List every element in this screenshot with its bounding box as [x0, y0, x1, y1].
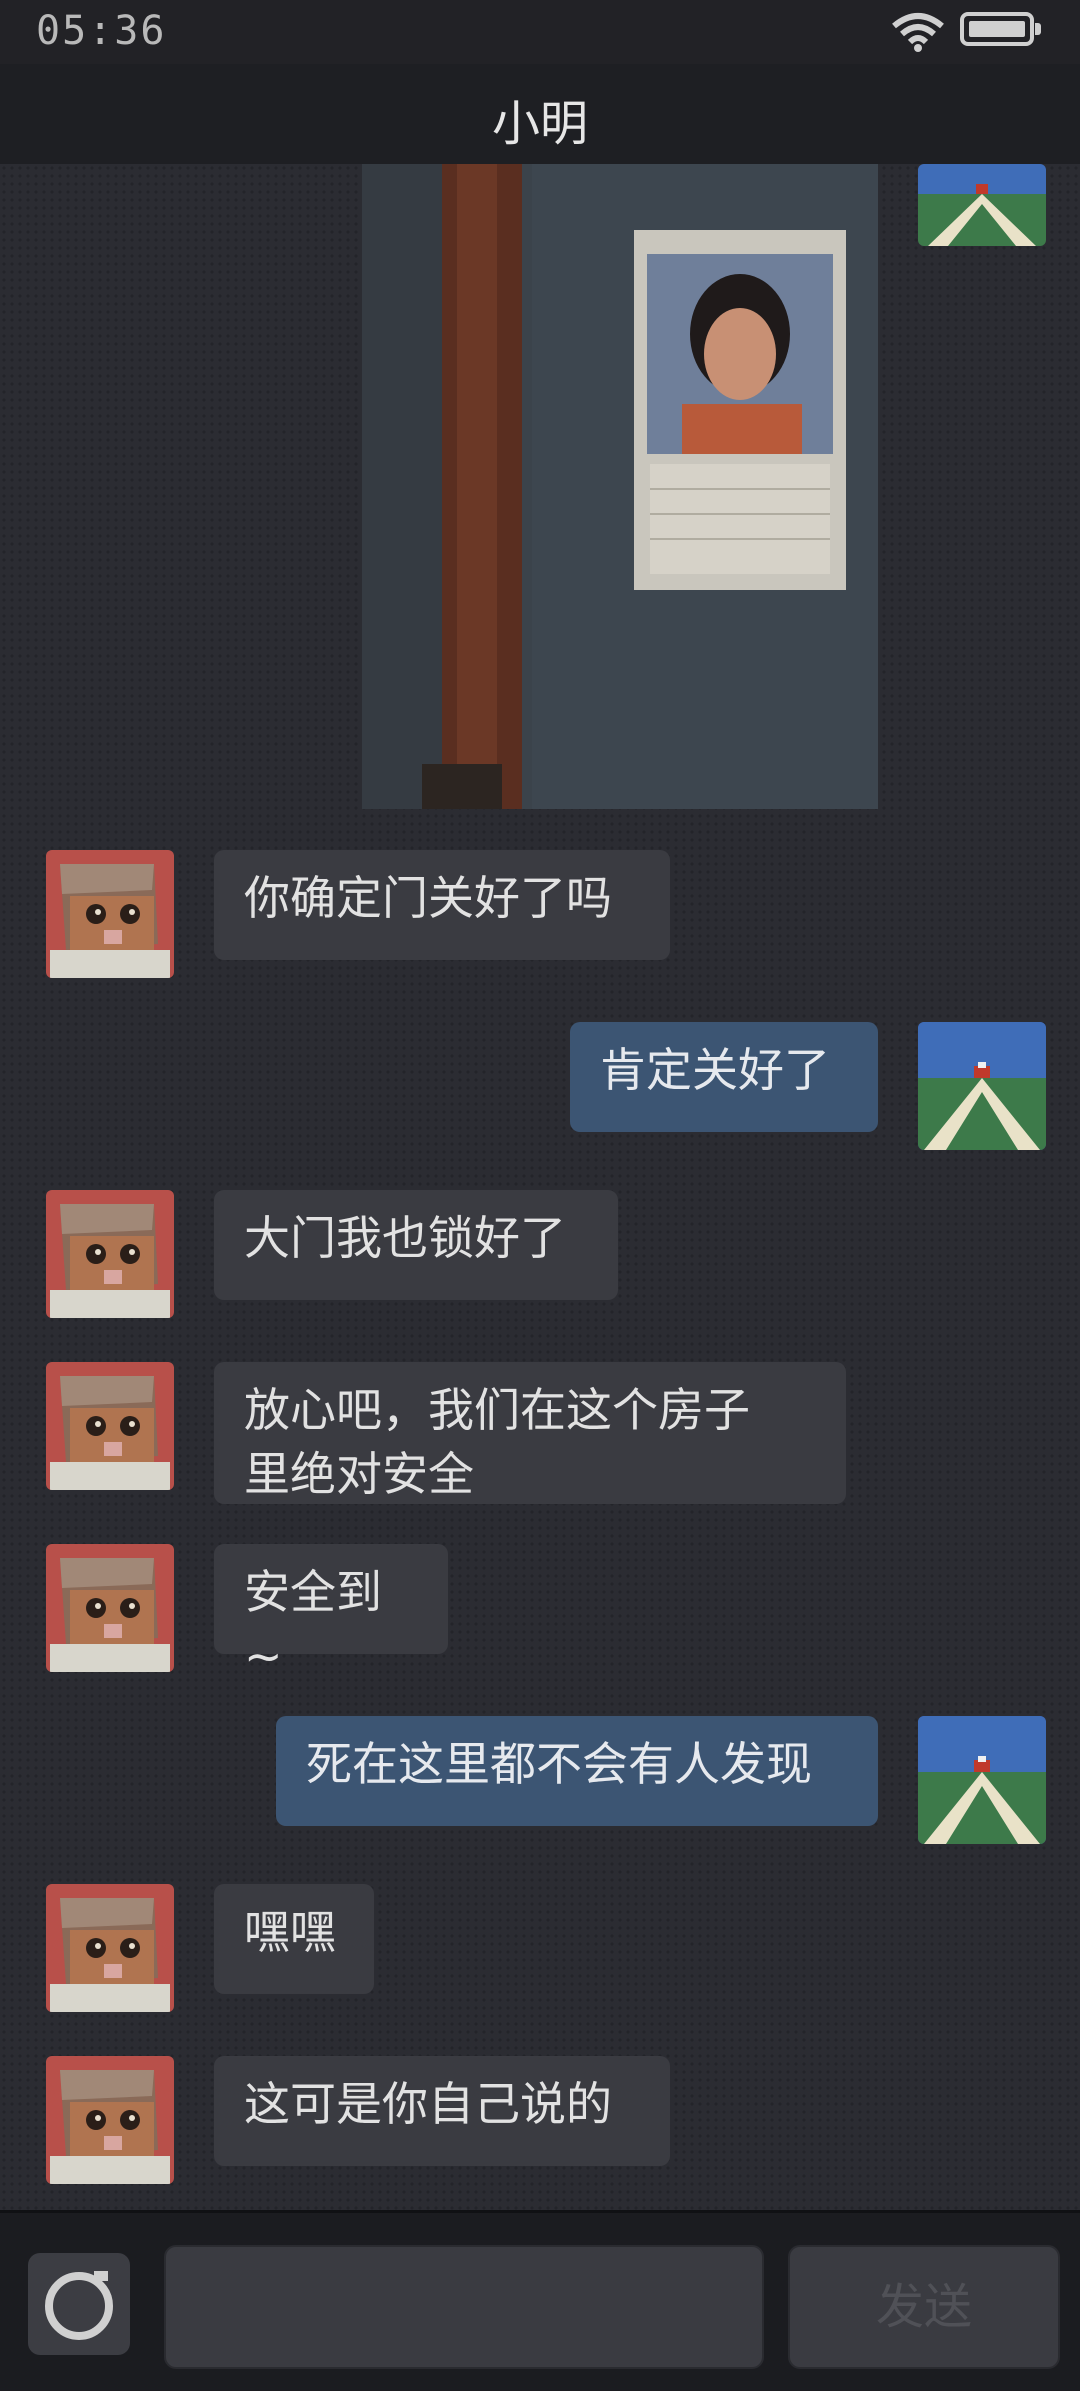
chat-area[interactable]: 你确定门关好了吗 肯定关好了 大门我也锁好了 放心吧，我们在这个房子 里绝对安全…: [0, 164, 1080, 2210]
contact-avatar[interactable]: [46, 1190, 174, 1318]
message-bubble[interactable]: 大门我也锁好了: [214, 1190, 618, 1300]
my-avatar[interactable]: [918, 1022, 1046, 1150]
message-bubble[interactable]: 肯定关好了: [570, 1022, 878, 1132]
status-bar: 05:36: [0, 0, 1080, 64]
shared-photo[interactable]: [362, 164, 878, 809]
my-avatar[interactable]: [918, 1716, 1046, 1844]
contact-avatar[interactable]: [46, 1884, 174, 2012]
input-bar: 发送: [0, 2210, 1080, 2391]
message-bubble[interactable]: 安全到~: [214, 1544, 448, 1683]
wifi-icon: [890, 12, 946, 52]
camera-icon[interactable]: [28, 2253, 130, 2355]
contact-avatar[interactable]: [46, 2056, 174, 2184]
message-bubble[interactable]: 死在这里都不会有人发现: [276, 1716, 878, 1826]
contact-avatar[interactable]: [46, 1362, 174, 1490]
message-bubble[interactable]: 嘿嘿: [214, 1884, 374, 1994]
status-time: 05:36: [36, 8, 167, 54]
message-bubble[interactable]: 你确定门关好了吗: [214, 850, 670, 960]
message-bubble[interactable]: 这可是你自己说的: [214, 2056, 670, 2166]
send-button[interactable]: 发送: [788, 2245, 1060, 2369]
chat-header: 小明: [0, 64, 1080, 168]
contact-name: 小明: [491, 96, 588, 152]
contact-avatar[interactable]: [46, 1544, 174, 1672]
my-avatar[interactable]: [918, 164, 1046, 246]
contact-avatar[interactable]: [46, 850, 174, 978]
message-input[interactable]: [164, 2245, 764, 2369]
battery-icon: [960, 12, 1041, 46]
message-bubble[interactable]: 放心吧，我们在这个房子 里绝对安全: [214, 1362, 846, 1504]
